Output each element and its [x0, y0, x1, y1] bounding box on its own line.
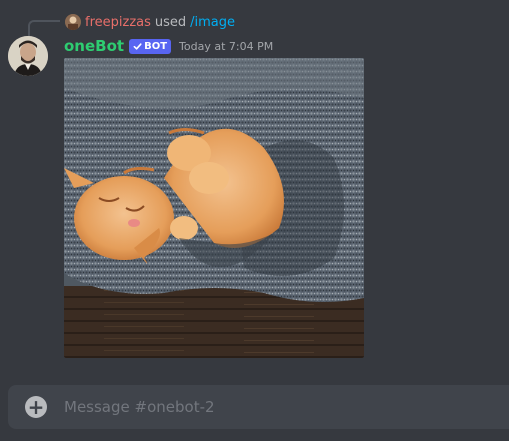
- bot-badge: BOT: [129, 38, 172, 54]
- reply-username[interactable]: freepizzas: [85, 15, 151, 30]
- reply-used-text: used: [154, 14, 187, 30]
- author-username[interactable]: oneBot: [64, 37, 124, 55]
- image-attachment[interactable]: [64, 58, 364, 358]
- checkmark-icon: [133, 42, 142, 50]
- bot-badge-label: BOT: [144, 40, 168, 52]
- message-header: oneBot BOT Today at 7:04 PM: [64, 36, 273, 56]
- reply-avatar[interactable]: [65, 14, 81, 30]
- message-input[interactable]: [64, 385, 464, 429]
- kitten-in-sweater-image: [64, 58, 364, 358]
- author-avatar[interactable]: [8, 36, 48, 76]
- message-timestamp: Today at 7:04 PM: [179, 39, 274, 53]
- reply-context: freepizzas used /image: [65, 13, 235, 31]
- message-composer: +: [8, 385, 509, 429]
- reply-command-link[interactable]: /image: [190, 15, 235, 30]
- plus-circle-icon[interactable]: +: [25, 396, 47, 418]
- reply-connector: [28, 20, 60, 36]
